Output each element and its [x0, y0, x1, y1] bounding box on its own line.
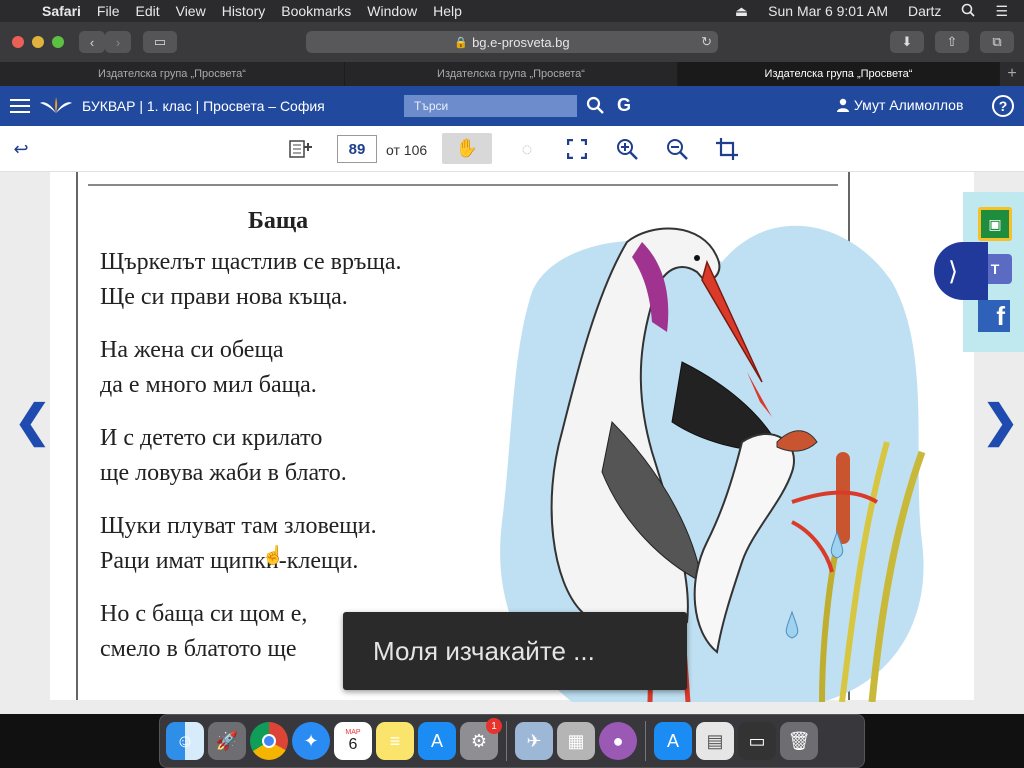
preview-icon[interactable]: ✈ — [515, 722, 553, 760]
share-icon[interactable]: ⇧ — [935, 31, 969, 53]
archive-utility-icon[interactable]: ▦ — [557, 722, 595, 760]
poem-line: Ще си прави нова къща. — [100, 284, 348, 310]
notification-badge: 1 — [486, 718, 502, 734]
new-tab-icon[interactable]: + — [1000, 62, 1024, 86]
browser-toolbar: ‹ › ▭ 🔒 bg.e-prosveta.bg ↻ ⬇ ⇧ ⧉ — [0, 22, 1024, 62]
help-button[interactable]: ? — [992, 95, 1014, 117]
notes-icon[interactable]: ≡ — [376, 722, 414, 760]
tab-1[interactable]: Издателска група „Просвета“ — [0, 62, 345, 86]
poem-line: Щуки плуват там зловещи. — [100, 513, 377, 539]
back-button[interactable]: ‹ — [79, 31, 105, 53]
calendar-day: 6 — [348, 735, 358, 753]
zoom-in-icon[interactable] — [614, 136, 640, 162]
minimize-window-button[interactable] — [32, 36, 44, 48]
system-preferences-icon[interactable]: ⚙ 1 — [460, 718, 502, 760]
facebook-icon[interactable]: f — [978, 300, 1010, 332]
poem-title: Баща — [248, 208, 309, 234]
page-number-input[interactable]: 89 — [337, 135, 377, 163]
chrome-icon[interactable] — [250, 722, 288, 760]
prosveta-logo-icon — [40, 97, 72, 113]
eject-icon[interactable]: ⏏ — [727, 3, 756, 20]
menu-bar: Safari File Edit View History Bookmarks … — [0, 0, 1024, 22]
screenshot-icon[interactable]: ▭ — [738, 722, 776, 760]
loading-message: Моля изчакайте ... — [373, 635, 595, 666]
menu-view[interactable]: View — [168, 3, 214, 19]
hamburger-menu-icon[interactable] — [10, 99, 30, 113]
dock: ☺ 🚀 ✦ МАР 6 ≡ A ⚙ 1 ✈ ▦ ● A ▤ ▭ 🗑 — [159, 714, 865, 768]
zoom-out-icon[interactable] — [664, 136, 690, 162]
launchpad-icon[interactable]: 🚀 — [208, 722, 246, 760]
poem-line: И с детето си крилато — [100, 425, 323, 451]
search-input[interactable] — [404, 95, 577, 117]
poem-line: Раци имат щипки-клещи. — [100, 548, 359, 574]
poem-line: Щъркелът щастлив се връща. — [100, 249, 402, 275]
back-arrow-icon[interactable]: ↩ — [8, 136, 34, 162]
close-window-button[interactable] — [12, 36, 24, 48]
menu-help[interactable]: Help — [425, 3, 470, 19]
page-top-rule — [88, 184, 838, 186]
previous-page-arrow-icon[interactable]: ❮ — [14, 396, 51, 447]
crop-icon[interactable] — [714, 136, 740, 162]
book-title: БУКВАР | 1. клас | Просвета – София — [82, 98, 325, 114]
menu-edit[interactable]: Edit — [127, 3, 167, 19]
menubar-user[interactable]: Dartz — [900, 3, 949, 19]
hand-icon: ✋ — [455, 138, 479, 158]
share-panel-toggle-button[interactable]: ⟩ — [934, 242, 988, 300]
menu-window[interactable]: Window — [359, 3, 425, 19]
page-count: от 106 — [386, 142, 428, 158]
spotlight-search-icon[interactable] — [953, 3, 983, 20]
menu-file[interactable]: File — [89, 3, 128, 19]
user-name: Умут Алимоллов — [853, 97, 964, 113]
installer-icon[interactable]: ● — [599, 722, 637, 760]
control-center-icon[interactable]: ☰ — [987, 3, 1016, 20]
downloads-icon[interactable]: ⬇ — [890, 31, 924, 53]
pan-hand-button[interactable]: ✋ — [442, 133, 492, 164]
calendar-icon[interactable]: МАР 6 — [334, 722, 372, 760]
user-icon — [836, 97, 854, 113]
url-text: bg.e-prosveta.bg — [472, 34, 570, 50]
poem-line: ще ловува жаби в блато. — [100, 460, 347, 486]
menu-bookmarks[interactable]: Bookmarks — [273, 3, 359, 19]
poem-line: да е много мил баща. — [100, 372, 317, 398]
next-page-arrow-icon[interactable]: ❯ — [982, 396, 1019, 447]
dock-separator — [506, 721, 507, 761]
viewer-toolbar: ↩ — [0, 126, 1024, 172]
address-bar[interactable]: 🔒 bg.e-prosveta.bg ↻ — [306, 31, 718, 53]
clock[interactable]: Sun Mar 6 9:01 AM — [760, 3, 896, 19]
google-classroom-icon[interactable]: ▣ — [978, 207, 1012, 241]
forward-button[interactable]: › — [105, 31, 131, 53]
calendar-month: МАР — [345, 728, 361, 736]
window-controls — [12, 36, 64, 48]
chevron-right-icon: ⟩ — [948, 255, 959, 286]
search-icon[interactable] — [586, 96, 604, 119]
safari-icon[interactable]: ✦ — [292, 722, 330, 760]
menu-app-name[interactable]: Safari — [34, 3, 89, 19]
reload-icon[interactable]: ↻ — [701, 34, 712, 50]
app-store-folder-icon[interactable]: A — [654, 722, 692, 760]
tab-3-active[interactable]: Издателска група „Просвета“ — [678, 62, 1000, 86]
lock-icon: 🔒 — [454, 36, 469, 49]
user-account[interactable]: Умут Алимоллов — [836, 97, 963, 113]
audio-icon[interactable]: ◌ — [514, 136, 540, 162]
document-icon[interactable]: ▤ — [696, 722, 734, 760]
poem: Баща Щъркелът щастлив се връща. Ще си пр… — [100, 208, 402, 667]
zoom-window-button[interactable] — [52, 36, 64, 48]
app-store-icon[interactable]: A — [418, 722, 456, 760]
sidebar-toggle-icon[interactable]: ▭ — [143, 31, 177, 53]
dock-separator — [645, 721, 646, 761]
add-bookmark-icon[interactable] — [288, 136, 314, 162]
loading-toast: Моля изчакайте ... — [343, 612, 687, 690]
tab-overview-icon[interactable]: ⧉ — [980, 31, 1014, 53]
tab-bar: Издателска група „Просвета“ Издателска г… — [0, 62, 1024, 86]
hand-cursor-icon: ☝ — [262, 545, 285, 565]
google-search-icon[interactable]: G — [617, 95, 631, 116]
menu-history[interactable]: History — [214, 3, 274, 19]
tab-2[interactable]: Издателска група „Просвета“ — [345, 62, 678, 86]
trash-icon[interactable]: 🗑 — [780, 722, 818, 760]
app-header: БУКВАР | 1. клас | Просвета – София G Ум… — [0, 86, 1024, 126]
poem-line: На жена си обеща — [100, 337, 284, 363]
finder-icon[interactable]: ☺ — [166, 722, 204, 760]
fullscreen-icon[interactable] — [564, 136, 590, 162]
